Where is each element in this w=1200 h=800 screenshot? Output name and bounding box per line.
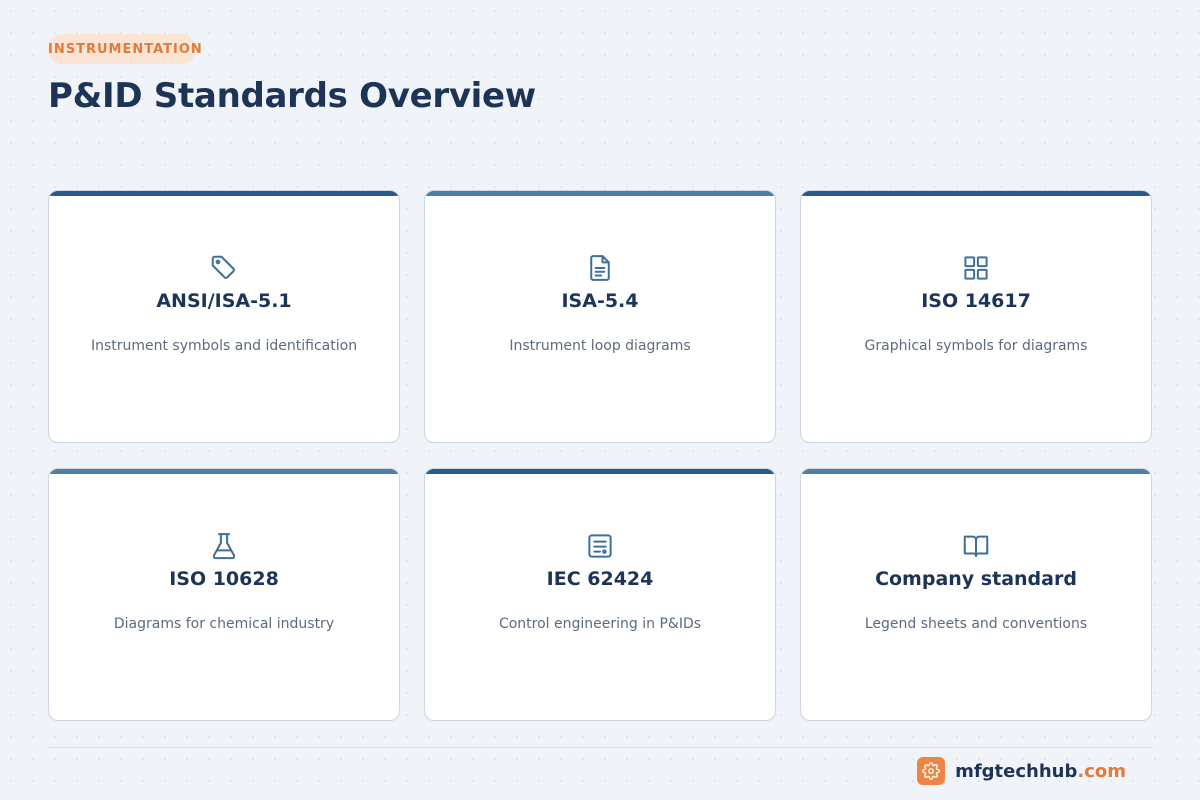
book-icon: [960, 530, 992, 562]
form-icon: [584, 530, 616, 562]
brand-name: mfgtechhub.com: [955, 761, 1126, 782]
card-title: IEC 62424: [546, 568, 654, 590]
card-description: Graphical symbols for diagrams: [864, 338, 1088, 354]
card-title: ISO 10628: [169, 568, 279, 590]
card-accent-bar: [49, 469, 399, 474]
card-title: ISO 14617: [921, 290, 1031, 312]
page-title: P&ID Standards Overview: [48, 76, 536, 116]
card-description: Legend sheets and conventions: [864, 616, 1088, 632]
footer-divider: [48, 747, 1152, 748]
grid-icon: [960, 252, 992, 284]
card-accent-bar: [425, 469, 775, 474]
card-description: Instrument symbols and identification: [90, 338, 358, 354]
card-description: Control engineering in P&IDs: [498, 616, 702, 632]
standard-card-isa-5-4: ISA-5.4 Instrument loop diagrams: [424, 190, 776, 443]
card-title: ANSI/ISA-5.1: [156, 290, 292, 312]
card-accent-bar: [49, 191, 399, 196]
standard-card-ansi-isa-5-1: ANSI/ISA-5.1 Instrument symbols and iden…: [48, 190, 400, 443]
card-description: Instrument loop diagrams: [509, 338, 691, 354]
standard-card-iso-10628: ISO 10628 Diagrams for chemical industry: [48, 468, 400, 721]
card-accent-bar: [801, 469, 1151, 474]
card-accent-bar: [425, 191, 775, 196]
standards-grid: ANSI/ISA-5.1 Instrument symbols and iden…: [48, 190, 1152, 721]
card-title: Company standard: [875, 568, 1077, 590]
brand-link[interactable]: mfgtechhub.com: [917, 757, 1126, 785]
flask-icon: [208, 530, 240, 562]
brand-name-tld: .com: [1077, 760, 1126, 782]
standard-card-company-standard: Company standard Legend sheets and conve…: [800, 468, 1152, 721]
card-accent-bar: [801, 191, 1151, 196]
document-icon: [584, 252, 616, 284]
standard-card-iso-14617: ISO 14617 Graphical symbols for diagrams: [800, 190, 1152, 443]
brand-name-main: mfgtechhub: [955, 760, 1078, 782]
tag-icon: [208, 252, 240, 284]
category-badge: INSTRUMENTATION: [48, 34, 217, 64]
category-label: INSTRUMENTATION: [48, 41, 203, 57]
gear-icon: [917, 757, 946, 785]
card-description: Diagrams for chemical industry: [113, 616, 335, 632]
card-title: ISA-5.4: [561, 290, 639, 312]
standard-card-iec-62424: IEC 62424 Control engineering in P&IDs: [424, 468, 776, 721]
